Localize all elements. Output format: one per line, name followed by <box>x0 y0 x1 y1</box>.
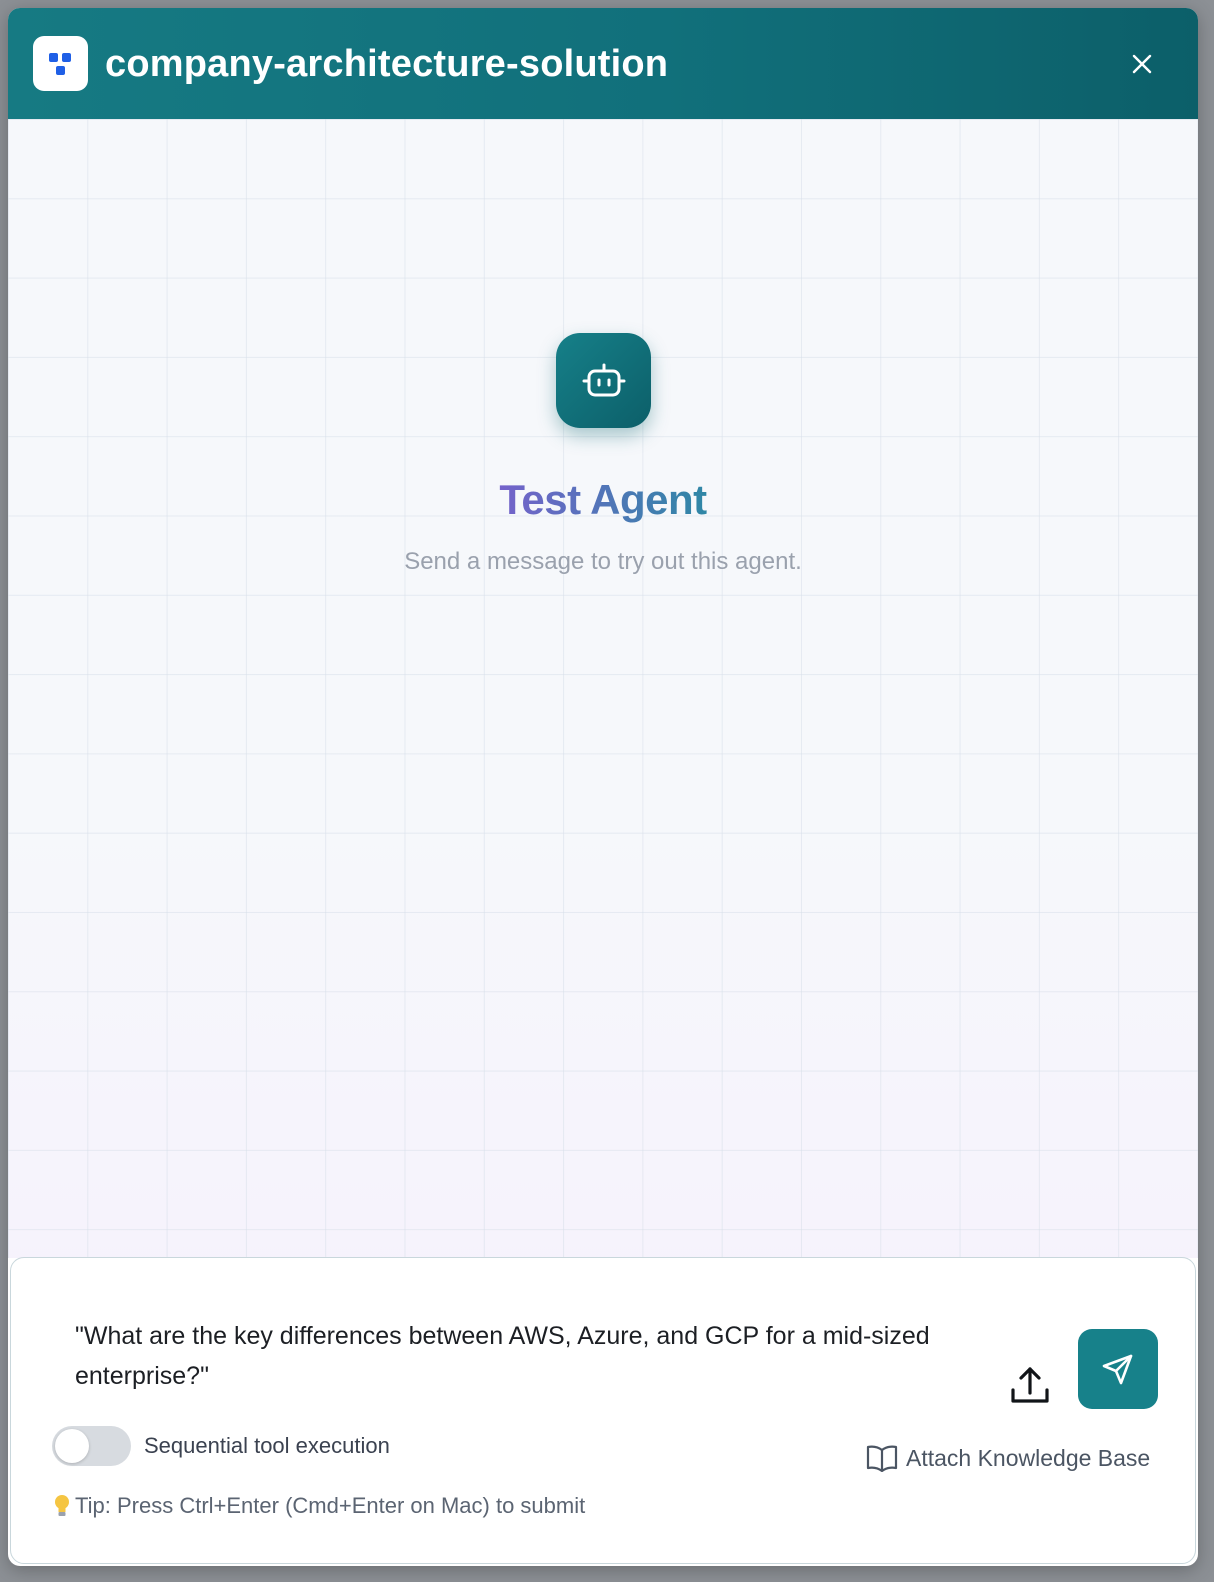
send-button[interactable] <box>1078 1329 1158 1409</box>
attach-knowledge-base-button[interactable]: Attach Knowledge Base <box>866 1443 1150 1473</box>
send-icon <box>1102 1354 1133 1385</box>
toggle-knob <box>55 1429 89 1463</box>
sequential-tool-toggle[interactable] <box>52 1426 131 1466</box>
message-composer: "What are the key differences between AW… <box>10 1257 1196 1564</box>
book-open-icon <box>866 1445 898 1472</box>
blocks-logo-icon <box>33 36 88 91</box>
robot-icon <box>582 363 625 396</box>
submit-tip: Tip: Press Ctrl+Enter (Cmd+Enter on Mac)… <box>53 1493 585 1519</box>
close-icon <box>1132 54 1152 74</box>
message-input[interactable]: "What are the key differences between AW… <box>75 1316 975 1406</box>
tip-text: Tip: Press Ctrl+Enter (Cmd+Enter on Mac)… <box>75 1493 586 1518</box>
modal-title: company-architecture-solution <box>105 43 669 85</box>
test-agent-modal: company-architecture-solution Test Agent… <box>8 8 1198 1566</box>
attach-knowledge-base-label: Attach Knowledge Base <box>906 1444 1151 1471</box>
modal-header: company-architecture-solution <box>8 8 1198 119</box>
agent-subtitle: Send a message to try out this agent. <box>404 548 802 575</box>
sequential-tool-label: Sequential tool execution <box>144 1433 390 1458</box>
chat-messages-area: Test Agent Send a message to try out thi… <box>8 119 1198 1258</box>
agent-avatar <box>556 333 651 428</box>
lightbulb-icon <box>53 1494 71 1518</box>
agent-title: Test Agent <box>8 475 1198 525</box>
upload-button[interactable] <box>1006 1361 1054 1409</box>
upload-icon <box>1011 1367 1049 1403</box>
close-button[interactable] <box>1123 45 1161 83</box>
